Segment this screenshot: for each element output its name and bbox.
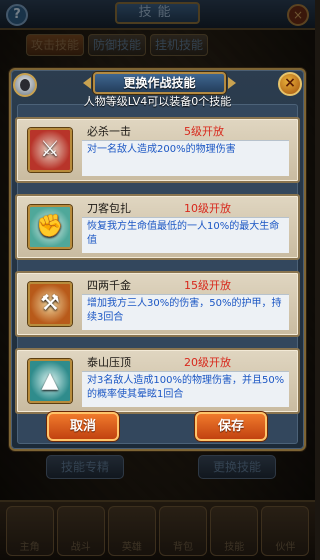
skill-card[interactable]: ✊ 刀客包扎 10级开放 恢复我方生命值最低的一人10%的最大生命值 (15, 194, 300, 260)
skill-name: 必杀一击 (87, 125, 131, 138)
mountain-crush-icon: ▲ (28, 359, 72, 403)
skill-description-box: 恢复我方生命值最低的一人10%的最大生命值 (82, 217, 289, 253)
crossed-blade-icon: ⚒ (28, 282, 72, 326)
skill-description: 恢复我方生命值最低的一人10%的最大生命值 (87, 221, 280, 246)
skill-name: 刀客包扎 (87, 202, 131, 215)
dialog-title: 更换作战技能 (123, 76, 196, 90)
skill-unlock-level: 10级开放 (184, 202, 231, 215)
skill-card[interactable]: ▲ 泰山压顶 20级开放 对3名敌人造成100%的物理伤害，并且50%的概率使其… (15, 348, 300, 414)
save-button[interactable]: 保存 (195, 412, 267, 441)
skill-name: 泰山压顶 (87, 356, 131, 369)
skill-description: 增加我方三人30%的伤害，50%的护甲，持续3回合 (87, 298, 282, 323)
skill-description-box: 增加我方三人30%的伤害，50%的护甲，持续3回合 (82, 294, 289, 330)
skill-description: 对一名敌人造成200%的物理伤害 (87, 144, 236, 155)
skill-name: 四两千金 (87, 279, 131, 292)
skill-description: 对3名敌人造成100%的物理伤害，并且50%的概率使其晕眩1回合 (87, 375, 285, 400)
skill-unlock-level: 15级开放 (184, 279, 231, 292)
skill-description-box: 对3名敌人造成100%的物理伤害，并且50%的概率使其晕眩1回合 (82, 371, 289, 407)
sword-slash-icon: ⚔ (28, 128, 72, 172)
skill-card[interactable]: ⚔ 必杀一击 5级开放 对一名敌人造成200%的物理伤害 (15, 117, 300, 183)
cancel-button[interactable]: 取消 (47, 412, 119, 441)
dialog-title-banner: 更换作战技能 (83, 72, 236, 94)
skill-unlock-level: 20级开放 (184, 356, 231, 369)
bandage-fist-icon: ✊ (28, 205, 72, 249)
dialog-close-button[interactable]: × (278, 72, 302, 96)
banner-arrow-left-icon (83, 77, 91, 89)
skill-unlock-level: 5级开放 (184, 125, 224, 138)
dialog-subtitle: 人物等级LV4可以装备0个技能 (83, 95, 232, 108)
avatar (13, 73, 37, 97)
skill-card[interactable]: ⚒ 四两千金 15级开放 增加我方三人30%的伤害，50%的护甲，持续3回合 (15, 271, 300, 337)
skill-description-box: 对一名敌人造成200%的物理伤害 (82, 140, 289, 176)
banner-arrow-right-icon (228, 77, 236, 89)
avatar-face-icon (20, 79, 30, 91)
